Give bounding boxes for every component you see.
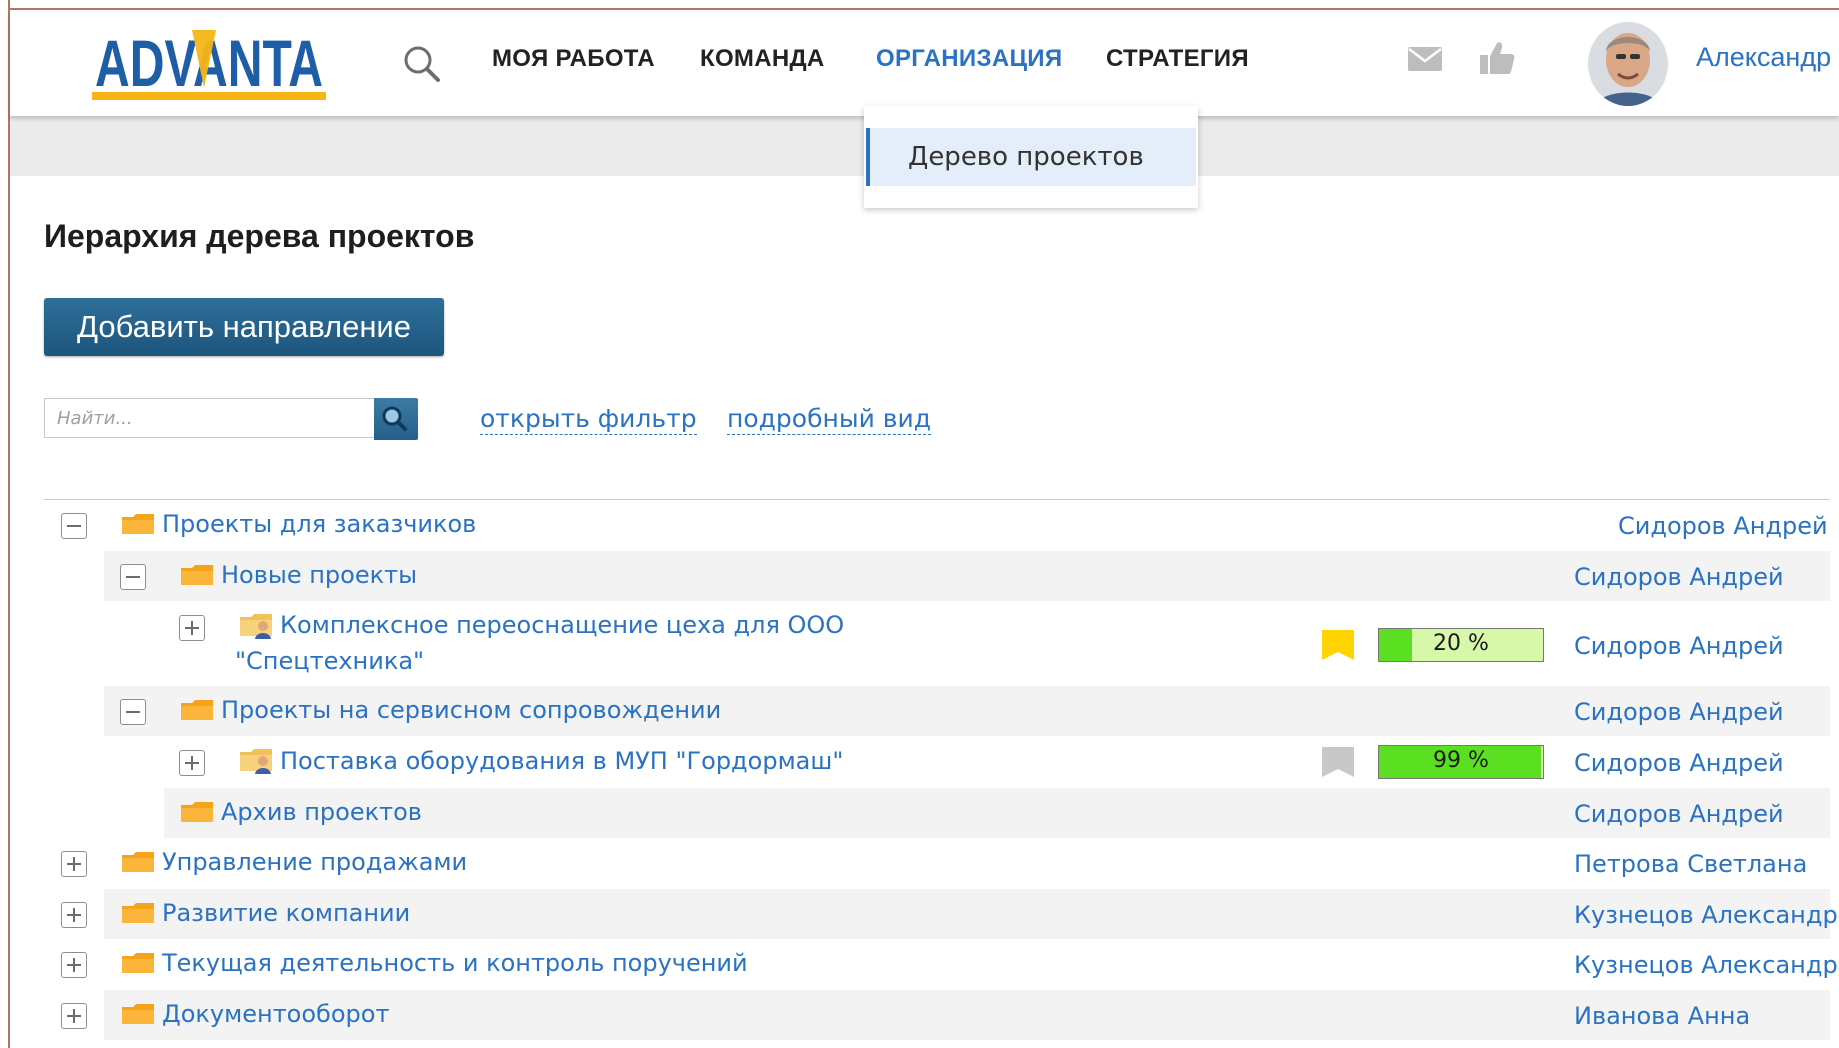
owner-link[interactable]: Сидоров Андрей — [1574, 749, 1784, 777]
owner-link[interactable]: Сидоров Андрей — [1574, 632, 1784, 660]
open-filter-link[interactable]: открыть фильтр — [480, 404, 697, 435]
collapse-toggle[interactable] — [120, 699, 146, 725]
owner-link[interactable]: Сидоров Андрей — [1618, 512, 1828, 540]
menu-item-label: Дерево проектов — [908, 142, 1144, 172]
user-name-link[interactable]: Александр — [1696, 42, 1831, 73]
progress-bar: 99 % — [1378, 745, 1544, 779]
expand-toggle[interactable] — [61, 851, 87, 877]
nav-organization[interactable]: ОРГАНИЗАЦИЯ — [876, 45, 1062, 73]
tree-node-label[interactable]: Проекты для заказчиков — [162, 507, 476, 541]
search-button[interactable] — [374, 398, 418, 440]
expand-toggle[interactable] — [179, 615, 205, 641]
magnifier-icon — [382, 406, 407, 431]
tree-row: Комплексное переоснащение цеха для ООО "… — [164, 602, 1830, 686]
tree-node-label[interactable]: Управление продажами — [162, 845, 467, 879]
tree-node-label[interactable]: Новые проекты — [221, 558, 417, 592]
folder-icon — [122, 514, 154, 534]
mail-icon[interactable] — [1406, 44, 1444, 74]
folder-icon — [181, 802, 213, 822]
owner-link[interactable]: Иванова Анна — [1574, 1002, 1750, 1030]
like-icon[interactable] — [1478, 40, 1516, 76]
expand-toggle[interactable] — [61, 1003, 87, 1029]
tree-row: Управление продажами Петрова Светлана — [44, 838, 1830, 888]
project-folder-icon — [240, 614, 272, 639]
folder-icon — [181, 565, 213, 585]
search-icon[interactable] — [398, 40, 446, 88]
tree-row: Документооборот Иванова Анна — [61, 990, 1830, 1040]
folder-icon — [181, 700, 213, 720]
page-title: Иерархия дерева проектов — [44, 218, 475, 254]
nav-team[interactable]: КОМАНДА — [700, 45, 825, 73]
tree-node-label[interactable]: Архив проектов — [221, 795, 422, 829]
top-header: ADVANTA МОЯ РАБОТА КОМАНДА ОРГАНИЗАЦИЯ С… — [10, 12, 1839, 116]
owner-link[interactable]: Кузнецов Александр — [1574, 951, 1838, 979]
collapse-toggle[interactable] — [120, 564, 146, 590]
organization-dropdown-menu: Дерево проектов — [864, 106, 1198, 208]
user-avatar[interactable] — [1588, 22, 1668, 106]
yellow-flag-icon[interactable] — [1320, 628, 1356, 662]
progress-bar: 20 % — [1378, 628, 1544, 662]
owner-link[interactable]: Сидоров Андрей — [1574, 800, 1784, 828]
tree-row: Новые проекты Сидоров Андрей — [104, 551, 1830, 601]
detailed-view-link[interactable]: подробный вид — [727, 404, 932, 435]
window-frame-top — [0, 0, 1839, 10]
nav-strategy[interactable]: СТРАТЕГИЯ — [1106, 45, 1249, 73]
advanta-logo[interactable]: ADVANTA — [92, 24, 326, 106]
owner-link[interactable]: Сидоров Андрей — [1574, 698, 1784, 726]
progress-label: 20 % — [1433, 631, 1489, 656]
expand-toggle[interactable] — [61, 902, 87, 928]
collapse-toggle[interactable] — [61, 513, 87, 539]
tree-row: Проекты на сервисном сопровождении Сидор… — [104, 686, 1830, 736]
owner-link[interactable]: Кузнецов Александр — [1574, 901, 1838, 929]
tree-row: Поставка оборудования в МУП "Гордормаш" … — [164, 737, 1830, 787]
tree-row: Архив проектов Сидоров Андрей — [164, 788, 1830, 838]
nav-my-work[interactable]: МОЯ РАБОТА — [492, 45, 655, 73]
tree-node-label-line2[interactable]: "Спецтехника" — [235, 644, 424, 678]
tree-row: Текущая деятельность и контроль поручени… — [44, 939, 1838, 989]
tree-node-label[interactable]: Текущая деятельность и контроль поручени… — [162, 946, 748, 980]
tree-row: Проекты для заказчиков Сидоров Андрей — [44, 500, 1830, 550]
window-frame-left — [0, 0, 10, 1048]
tree-node-label[interactable]: Развитие компании — [162, 896, 410, 930]
project-folder-icon — [240, 749, 272, 774]
gray-flag-icon[interactable] — [1320, 745, 1356, 779]
menu-item-project-tree[interactable]: Дерево проектов — [866, 128, 1196, 186]
search-input[interactable] — [44, 398, 374, 438]
expand-toggle[interactable] — [179, 750, 205, 776]
owner-link[interactable]: Сидоров Андрей — [1574, 563, 1784, 591]
add-direction-button[interactable]: Добавить направление — [44, 298, 444, 356]
folder-icon — [122, 953, 154, 973]
tree-node-label[interactable]: Документооборот — [162, 997, 389, 1031]
tree-node-label[interactable]: Проекты на сервисном сопровождении — [221, 693, 721, 727]
folder-icon — [122, 903, 154, 923]
tree-node-label-line1[interactable]: Комплексное переоснащение цеха для ООО — [280, 608, 844, 642]
folder-icon — [122, 1004, 154, 1024]
tree-row: Развитие компании Кузнецов Александр — [61, 889, 1838, 939]
tree-node-label[interactable]: Поставка оборудования в МУП "Гордормаш" — [280, 744, 843, 778]
progress-label: 99 % — [1433, 748, 1489, 773]
owner-link[interactable]: Петрова Светлана — [1574, 850, 1807, 878]
expand-toggle[interactable] — [61, 952, 87, 978]
folder-icon — [122, 852, 154, 872]
